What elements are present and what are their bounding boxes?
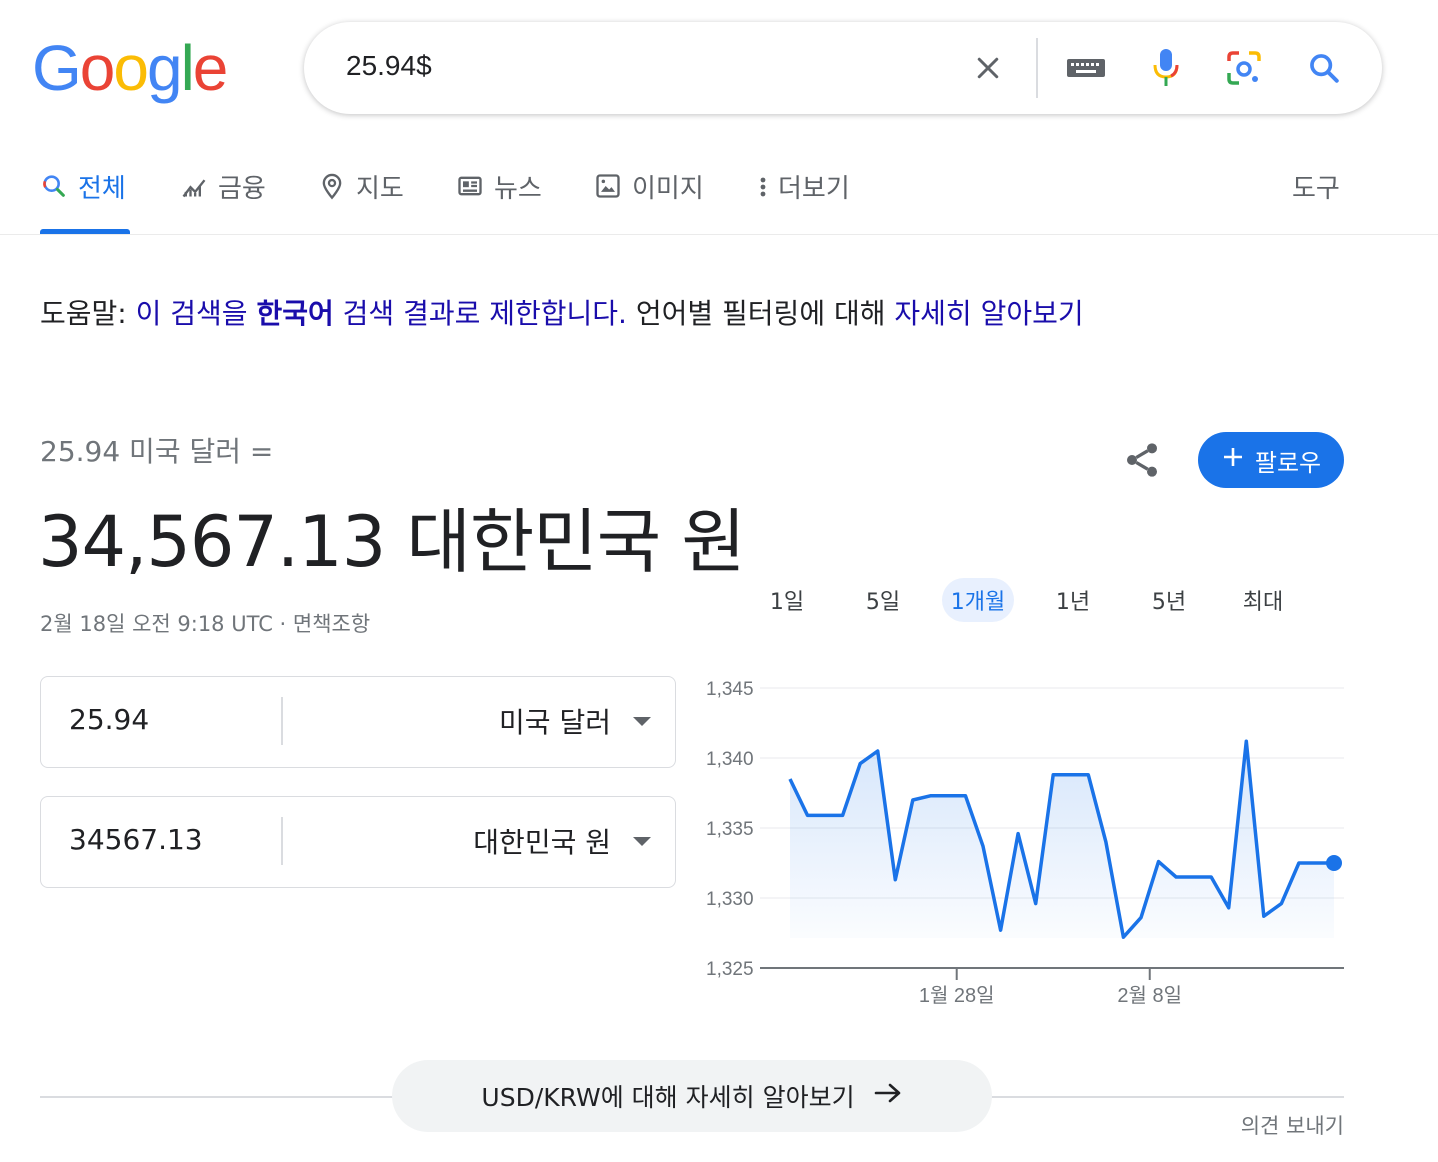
follow-label: 팔로우 [1254, 448, 1322, 477]
field-divider [281, 817, 283, 865]
exchange-rate-chart[interactable]: 1,345 1,340 1,335 1,330 1,325 1월 28일 2월 8일 [700, 660, 1360, 1010]
dropdown-caret-icon[interactable] [633, 837, 651, 846]
tab-finance[interactable]: 금융 [180, 168, 266, 234]
logo-letter: e [192, 32, 229, 104]
tab-news[interactable]: 뉴스 [456, 168, 542, 234]
tab-label: 이미지 [632, 174, 704, 204]
range-1m[interactable]: 1개월 [942, 578, 1014, 622]
x-tick-label: 2월 8일 [1117, 984, 1182, 1007]
y-tick-label: 1,330 [706, 889, 754, 910]
finance-chart-icon [180, 172, 208, 200]
search-box [304, 22, 1382, 114]
tab-maps[interactable]: 지도 [318, 168, 404, 234]
google-logo[interactable]: Google [32, 32, 229, 104]
link-text: 이 검색을 [135, 297, 257, 330]
plus-icon [1221, 445, 1245, 475]
learn-more-usd-krw-button[interactable]: USD/KRW에 대해 자세히 알아보기 [392, 1060, 992, 1132]
logo-letter: g [146, 32, 183, 104]
help-middle: 언어별 필터링에 대해 [626, 297, 895, 330]
logo-letter: o [79, 32, 116, 104]
conversion-timestamp[interactable]: 2월 18일 오전 9:18 UTC · 면책조항 [40, 608, 370, 638]
from-currency-box: 25.94 미국 달러 [40, 676, 676, 768]
follow-button[interactable]: 팔로우 [1198, 432, 1344, 488]
field-divider [281, 697, 283, 745]
logo-letter: l [180, 32, 195, 104]
tab-label: 전체 [78, 174, 126, 204]
link-bold: 한국어 [256, 297, 334, 330]
y-tick-label: 1,345 [706, 679, 754, 700]
search-icon[interactable] [1302, 46, 1346, 90]
search-input[interactable] [346, 50, 946, 82]
help-prefix: 도움말: [40, 297, 136, 330]
more-vert-icon [752, 172, 774, 200]
search-icon [40, 172, 68, 200]
close-icon[interactable] [966, 46, 1010, 90]
y-tick-label: 1,335 [706, 819, 754, 840]
tab-all[interactable]: 전체 [40, 168, 130, 234]
share-icon[interactable] [1118, 436, 1166, 484]
y-tick-label: 1,325 [706, 959, 754, 980]
range-1d[interactable]: 1일 [754, 578, 820, 622]
chart-current-point [1326, 855, 1342, 871]
logo-letter: o [113, 32, 149, 104]
conversion-result: 34,567.13 대한민국 원 [38, 501, 746, 583]
lens-camera-icon[interactable] [1222, 46, 1266, 90]
to-amount-input[interactable]: 34567.13 [69, 823, 203, 856]
image-icon [594, 172, 622, 200]
tab-label: 금융 [218, 174, 266, 204]
to-currency-select[interactable]: 대한민국 원 [473, 821, 611, 861]
range-5d[interactable]: 5일 [850, 578, 916, 622]
dropdown-caret-icon[interactable] [633, 717, 651, 726]
tabs-divider [0, 234, 1438, 235]
to-currency-box: 34567.13 대한민국 원 [40, 796, 676, 888]
language-help: 도움말: 이 검색을 한국어 검색 결과로 제한합니다. 언어별 필터링에 대해… [40, 292, 1084, 332]
range-max[interactable]: 최대 [1230, 578, 1296, 622]
tab-more[interactable]: 더보기 [752, 168, 850, 234]
tab-images[interactable]: 이미지 [594, 168, 704, 234]
from-currency-select[interactable]: 미국 달러 [499, 701, 611, 741]
microphone-icon[interactable] [1144, 46, 1188, 90]
from-amount-input[interactable]: 25.94 [69, 703, 149, 736]
more-button-label: USD/KRW에 대해 자세히 알아보기 [481, 1083, 855, 1112]
chart-area-fill [790, 741, 1334, 938]
tab-label: 지도 [356, 174, 404, 204]
conversion-source: 25.94 미국 달러 = [40, 435, 274, 468]
feedback-link[interactable]: 의견 보내기 [1241, 1110, 1344, 1140]
search-divider [1036, 38, 1038, 98]
learn-more-link[interactable]: 자세히 알아보기 [894, 297, 1083, 330]
range-1y[interactable]: 1년 [1040, 578, 1106, 622]
map-pin-icon [318, 172, 346, 200]
keyboard-icon[interactable] [1064, 46, 1108, 90]
y-tick-label: 1,340 [706, 749, 754, 770]
logo-letter: G [32, 32, 82, 104]
link-text: 검색 결과로 제한합니다. [333, 297, 627, 330]
news-icon [456, 172, 484, 200]
arrow-right-icon [873, 1081, 903, 1111]
range-5y[interactable]: 5년 [1136, 578, 1202, 622]
tab-label: 더보기 [778, 174, 850, 204]
tab-label: 뉴스 [494, 174, 542, 204]
restrict-language-link[interactable]: 이 검색을 한국어 검색 결과로 제한합니다. [136, 297, 627, 330]
tools-label: 도구 [1292, 174, 1340, 204]
tools-button[interactable]: 도구 [1292, 168, 1340, 234]
x-tick-label: 1월 28일 [919, 984, 995, 1007]
